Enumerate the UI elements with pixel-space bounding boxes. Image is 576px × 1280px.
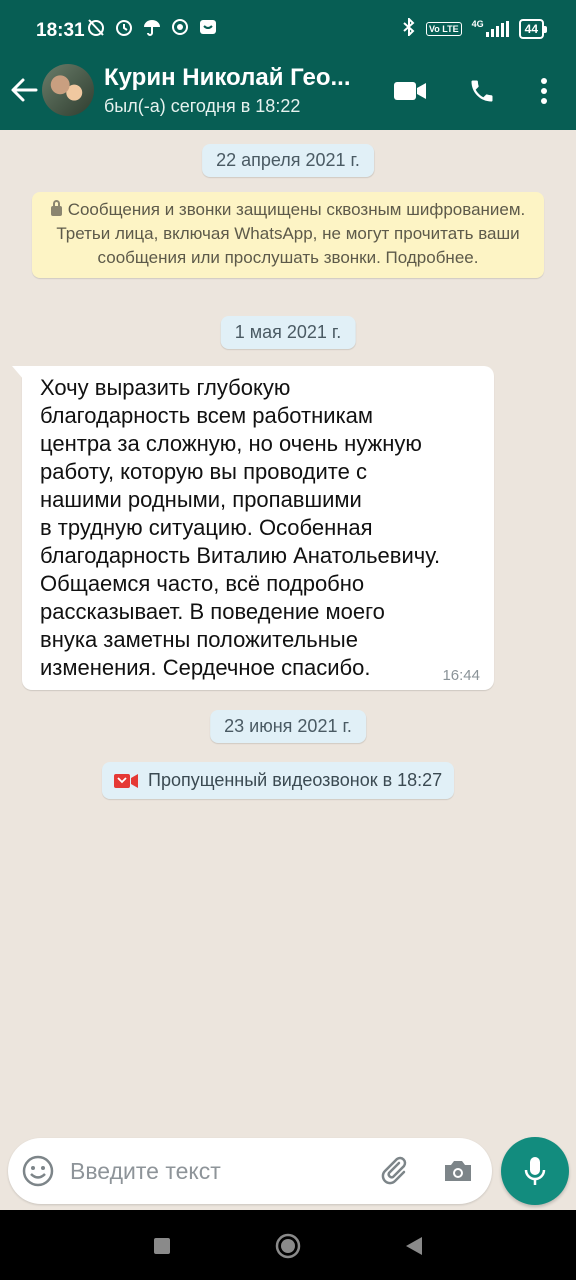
encryption-text: Сообщения и звонки защищены сквозным шиф… <box>56 200 526 267</box>
avatar[interactable] <box>42 64 94 116</box>
missed-video-call-icon <box>114 773 138 789</box>
chat-header: Курин Николай Гео... был(-а) сегодня в 1… <box>0 50 576 130</box>
date-divider: 23 июня 2021 г. <box>210 710 366 743</box>
status-notification-icons <box>86 17 218 37</box>
status-right-icons: Vo LTE 4G 44 <box>402 16 548 39</box>
missed-video-call-notice[interactable]: Пропущенный видеозвонок в 18:27 <box>102 762 455 799</box>
chat-area[interactable]: 22 апреля 2021 г. Сообщения и звонки защ… <box>0 130 576 1210</box>
date-divider: 22 апреля 2021 г. <box>202 144 374 177</box>
volte-badge: Vo LTE <box>425 21 462 36</box>
system-nav-bar <box>0 1210 576 1280</box>
emoji-icon[interactable] <box>20 1153 56 1189</box>
signal-icon <box>485 20 509 37</box>
network-type: 4G <box>471 18 484 29</box>
mic-icon[interactable] <box>501 1137 569 1205</box>
video-call-icon[interactable] <box>392 74 428 108</box>
status-time: 18:31 <box>36 20 85 41</box>
last-seen-status: был(-а) сегодня в 18:22 <box>104 96 301 116</box>
back-icon[interactable] <box>400 1232 428 1260</box>
bluetooth-icon <box>402 16 416 39</box>
message-text: Хочу выразить глубокую благодарность все… <box>40 375 441 680</box>
umbrella-icon <box>142 17 162 37</box>
attach-icon[interactable] <box>376 1153 412 1189</box>
missed-call-text: Пропущенный видеозвонок в 18:27 <box>148 770 443 790</box>
phone-icon[interactable] <box>464 74 500 108</box>
lock-icon <box>50 200 62 216</box>
home-icon[interactable] <box>274 1232 302 1260</box>
message-time: 16:44 <box>442 667 480 684</box>
encryption-notice[interactable]: Сообщения и звонки защищены сквозным шиф… <box>32 192 544 278</box>
app-icon <box>170 17 190 37</box>
incoming-message[interactable]: Хочу выразить глубокую благодарность все… <box>12 366 494 690</box>
recents-icon[interactable] <box>148 1232 176 1260</box>
contact-name[interactable]: Курин Николай Гео... <box>104 64 366 92</box>
alarm-off-icon <box>86 17 106 37</box>
date-divider: 1 мая 2021 г. <box>220 316 356 349</box>
alarm-icon <box>114 17 134 37</box>
back-arrow-icon[interactable] <box>8 72 40 108</box>
battery-indicator: 44 <box>518 18 548 39</box>
camera-icon[interactable] <box>440 1153 476 1189</box>
notification-icon <box>198 17 218 37</box>
message-input[interactable] <box>70 1152 370 1190</box>
more-vert-icon[interactable] <box>526 74 562 108</box>
message-input-bar <box>8 1138 492 1204</box>
status-bar: 18:31 Vo LTE 4G 44 <box>0 0 576 50</box>
